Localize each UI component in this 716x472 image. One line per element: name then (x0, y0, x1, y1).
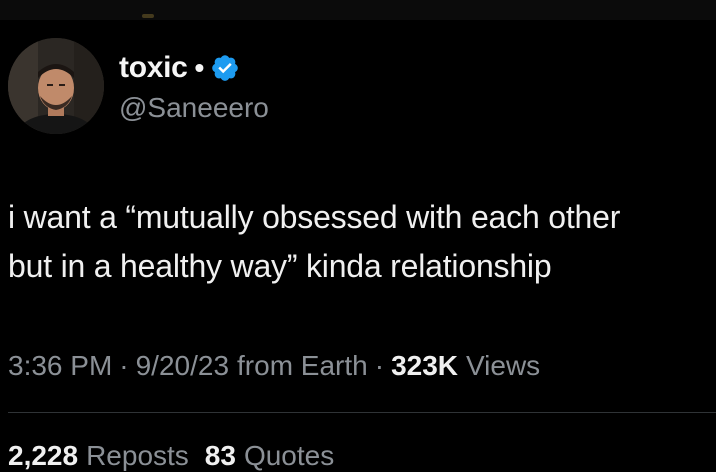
display-name[interactable]: toxic (119, 51, 188, 85)
verified-badge-icon (210, 53, 240, 83)
meta-separator: · (374, 350, 385, 381)
tweet-line: but in a healthy way” kinda relationship (8, 248, 552, 284)
top-glint (142, 14, 154, 18)
views-label[interactable]: Views (466, 350, 540, 382)
reposts-label[interactable]: Reposts (86, 440, 189, 472)
top-strip (0, 0, 716, 20)
engagement-stats: 2,228 Reposts 83 Quotes (8, 440, 350, 472)
tweet-line: i want a “mutually obsessed with each ot… (8, 199, 621, 235)
user-handle[interactable]: @Saneeero (119, 92, 269, 124)
avatar-image (8, 38, 104, 134)
views-count[interactable]: 323K (391, 350, 458, 382)
tweet-meta: 3:36 PM · 9/20/23 from Earth · 323K View… (8, 350, 540, 382)
divider (8, 412, 716, 413)
quotes-label[interactable]: Quotes (244, 440, 334, 472)
meta-separator: · (119, 350, 129, 381)
author-row: toxic • (119, 50, 240, 86)
avatar[interactable] (8, 38, 104, 134)
tweet-date[interactable]: 9/20/23 (136, 350, 229, 382)
tweet-text: i want a “mutually obsessed with each ot… (8, 193, 716, 291)
tweet-source: from Earth (237, 350, 368, 381)
quotes-count[interactable]: 83 (205, 440, 236, 472)
reposts-count[interactable]: 2,228 (8, 440, 78, 472)
name-separator: • (194, 52, 205, 83)
tweet-time[interactable]: 3:36 PM (8, 350, 112, 382)
